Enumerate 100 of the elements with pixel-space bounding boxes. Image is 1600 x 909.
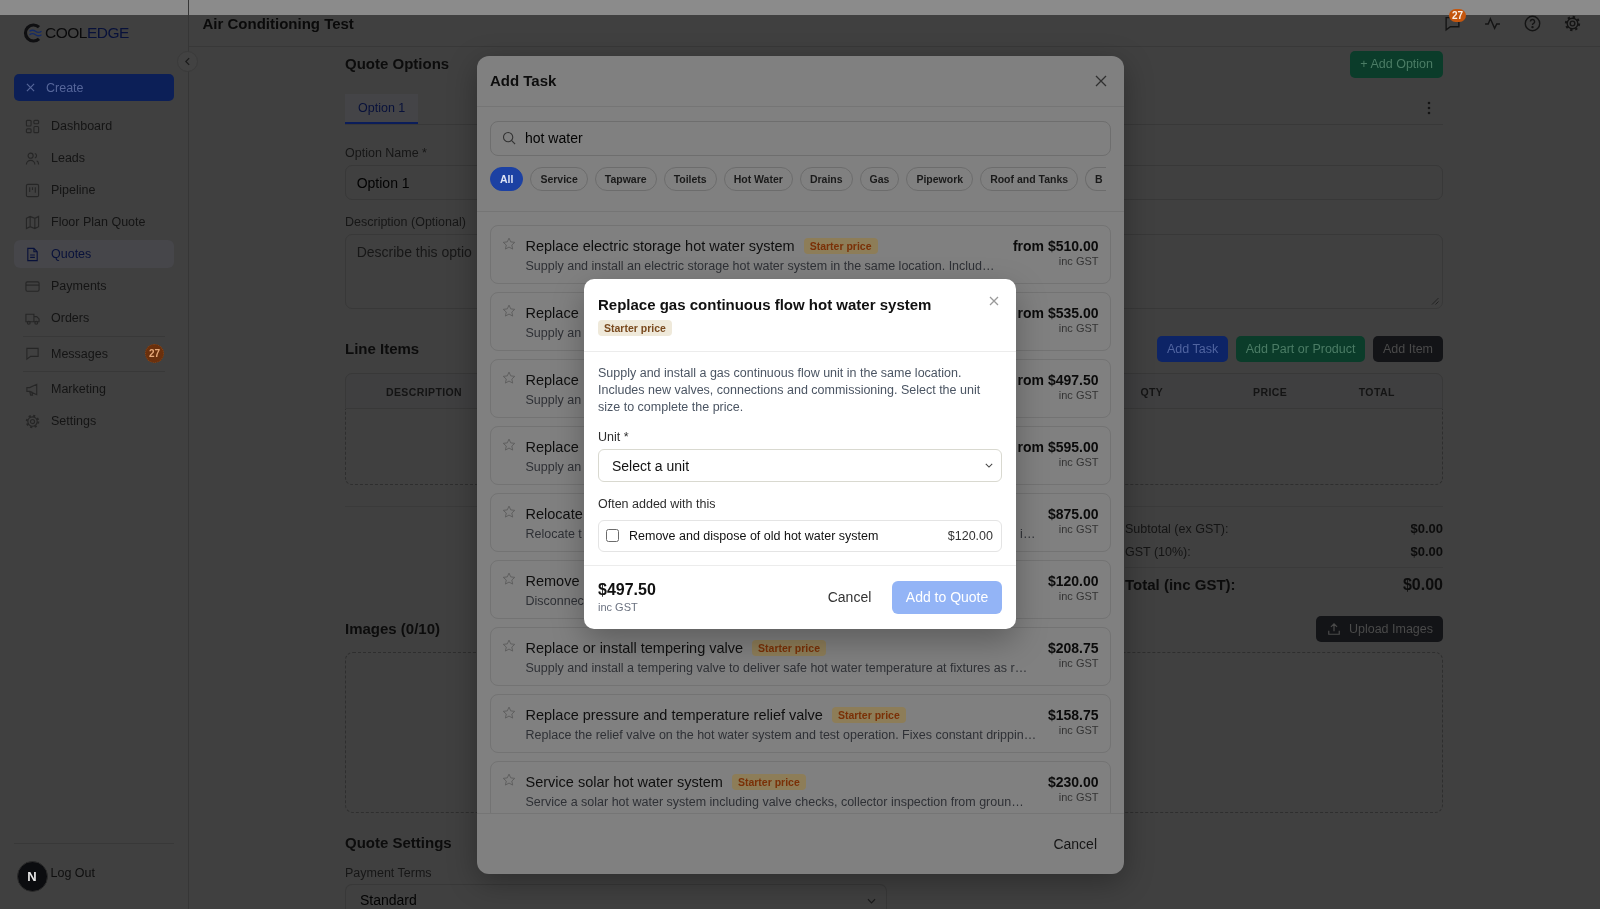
task-price: rom $535.00 bbox=[1017, 303, 1099, 323]
price-badge: Starter price bbox=[752, 640, 826, 656]
task-description: Supply and install an electric storage hot water system in the same location. Includ… bbox=[525, 257, 995, 274]
addon-price: $120.00 bbox=[947, 528, 993, 543]
board-icon bbox=[25, 182, 40, 198]
task-title: Replace bbox=[525, 303, 579, 323]
task-price: $230.00 bbox=[1047, 772, 1099, 792]
collapse-button[interactable] bbox=[177, 51, 198, 72]
task-description: Replace the relief valve on the hot water system and test operation. Fixes constant drippin… bbox=[525, 726, 1037, 743]
section-label: Often added with this bbox=[598, 496, 717, 512]
count-badge: 27 bbox=[1449, 8, 1466, 22]
task-price: rom $595.00 bbox=[1017, 437, 1099, 457]
task-description: Supply and install a gas continuous flow unit in the same location. Includes new valves, connections and commissioning. Select the unit size to complete the price. bbox=[598, 365, 982, 416]
more-icon[interactable] bbox=[1427, 101, 1431, 116]
task-description: Supply an bbox=[525, 324, 582, 341]
tax-note: inc GST bbox=[1058, 454, 1099, 469]
filter-chip[interactable]: Roof and Tanks bbox=[980, 166, 1079, 191]
task-description: Supply an bbox=[525, 391, 582, 408]
tax-note: inc GST bbox=[1058, 320, 1099, 335]
task-card[interactable]: Replace pressure and temperature relief valve Starter price Replace the relief valve on the hot water system and test operation. Fixes constant drippin… $158.75 inc GST bbox=[490, 693, 1111, 753]
tax-note: inc GST bbox=[1058, 722, 1099, 737]
task-title: Relocate bbox=[525, 504, 583, 524]
star-icon[interactable] bbox=[502, 571, 516, 586]
logo-icon bbox=[23, 23, 43, 43]
filter-chip[interactable]: Toilets bbox=[663, 166, 717, 191]
close-icon[interactable] bbox=[988, 296, 999, 306]
task-card[interactable]: Service solar hot water system Starter price Service a solar hot water system including valve checks, collector inspection from groun… $230.00 inc GST bbox=[490, 760, 1111, 813]
cancel-button[interactable]: Cancel bbox=[1053, 835, 1097, 852]
close-icon[interactable] bbox=[1095, 74, 1107, 87]
search-field[interactable]: hot water bbox=[490, 120, 1111, 156]
tax-note: inc GST bbox=[1058, 521, 1099, 536]
price-badge: Starter price bbox=[731, 774, 806, 790]
tax-note: inc GST bbox=[1058, 789, 1099, 804]
task-description: Supply and install a tempering valve to deliver safe hot water temperature at fixtures as r… bbox=[525, 659, 1028, 676]
field-label: Unit * bbox=[598, 429, 630, 445]
task-price: $875.00 bbox=[1047, 504, 1099, 524]
task-description: Disconnec bbox=[525, 592, 584, 609]
task-title: Remove bbox=[525, 571, 580, 591]
tax-note: inc GST bbox=[1058, 655, 1099, 670]
dialog-title: Replace gas continuous flow hot water system bbox=[598, 295, 932, 315]
task-description: i… bbox=[1020, 525, 1036, 542]
filter-chip[interactable]: Pipework bbox=[906, 166, 974, 191]
filter-chip[interactable]: Tapware bbox=[594, 166, 657, 191]
add-option-button[interactable]: + Add Option bbox=[1350, 51, 1443, 78]
filter-chip[interactable]: B bbox=[1085, 166, 1106, 191]
action-button[interactable]: Add Task bbox=[1157, 335, 1229, 363]
search-icon bbox=[502, 131, 516, 145]
dialog-title: Add Task bbox=[490, 72, 557, 89]
chevron-down-icon bbox=[867, 897, 876, 904]
task-description: Relocate t bbox=[525, 525, 582, 542]
resize-handle-icon bbox=[1431, 297, 1439, 306]
star-icon[interactable] bbox=[502, 772, 516, 787]
star-icon[interactable] bbox=[502, 370, 516, 385]
star-icon[interactable] bbox=[502, 437, 516, 452]
pulse-icon[interactable] bbox=[1484, 14, 1501, 32]
addon-option[interactable]: Remove and dispose of old hot water system $120.00 bbox=[598, 519, 1002, 552]
settings-icon bbox=[25, 413, 40, 429]
filter-chip[interactable]: Hot Water bbox=[723, 166, 793, 191]
filter-chip[interactable]: Gas bbox=[859, 166, 900, 191]
tax-note: inc GST bbox=[598, 600, 639, 615]
price-badge: Starter price bbox=[803, 238, 878, 254]
chat-icon bbox=[25, 346, 40, 361]
task-description: Service a solar hot water system including valve checks, collector inspection from groun… bbox=[525, 793, 1024, 810]
star-icon[interactable] bbox=[502, 705, 516, 720]
card-icon bbox=[25, 278, 40, 294]
star-icon[interactable] bbox=[502, 504, 516, 519]
megaphone-icon bbox=[25, 381, 40, 397]
task-price: rom $497.50 bbox=[1017, 370, 1099, 390]
task-title: Replace electric storage hot water system bbox=[525, 236, 795, 256]
tax-note: inc GST bbox=[1058, 588, 1099, 603]
chevron-down-icon bbox=[985, 463, 993, 468]
count-badge: 27 bbox=[145, 344, 164, 363]
filter-chip[interactable]: Service bbox=[530, 166, 588, 191]
task-price: $158.75 bbox=[1047, 705, 1099, 725]
people-icon bbox=[25, 150, 40, 166]
star-icon[interactable] bbox=[502, 303, 516, 318]
document-icon bbox=[25, 246, 40, 262]
floating-badge[interactable]: N bbox=[16, 861, 48, 892]
task-price: $120.00 bbox=[1047, 571, 1099, 591]
tax-note: inc GST bbox=[1058, 387, 1099, 402]
cross-icon bbox=[26, 83, 35, 92]
task-title: Service solar hot water system bbox=[525, 772, 723, 792]
star-icon[interactable] bbox=[502, 236, 516, 251]
task-title: Replace bbox=[525, 370, 579, 390]
star-icon[interactable] bbox=[502, 638, 516, 653]
action-button[interactable]: Add Part or Product bbox=[1235, 335, 1366, 363]
checkbox[interactable] bbox=[606, 529, 619, 542]
settings-icon[interactable] bbox=[1564, 14, 1581, 32]
filter-chip[interactable]: All bbox=[490, 166, 524, 191]
filter-chip[interactable]: Drains bbox=[799, 166, 853, 191]
total-price: $497.50 bbox=[598, 580, 656, 601]
tax-note: inc GST bbox=[1058, 253, 1099, 268]
unit-select[interactable]: Select a unit bbox=[598, 449, 1002, 482]
help-icon[interactable] bbox=[1524, 14, 1541, 32]
task-description: Supply an bbox=[525, 458, 582, 475]
price-badge: Starter price bbox=[831, 707, 906, 723]
task-title: Replace pressure and temperature relief valve bbox=[525, 705, 823, 725]
cancel-button[interactable]: Cancel bbox=[827, 589, 872, 606]
price-badge: Starter price bbox=[598, 320, 672, 336]
create-button[interactable]: Create bbox=[14, 74, 174, 101]
